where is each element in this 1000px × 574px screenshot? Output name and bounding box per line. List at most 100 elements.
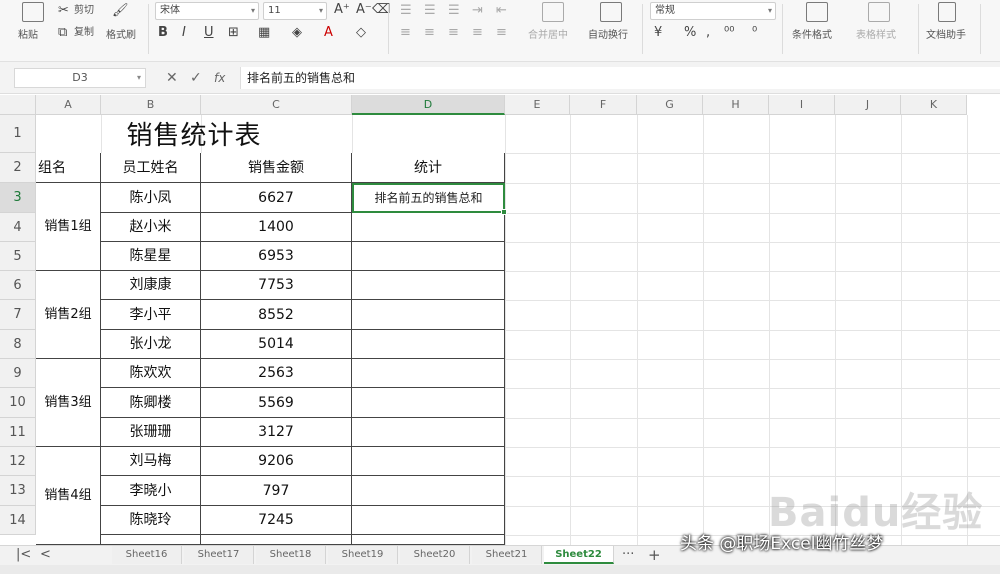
row-header-7[interactable]: 7 [0, 300, 36, 330]
employee-name-cell[interactable]: 李晓小 [101, 476, 201, 506]
column-header-d[interactable]: D [352, 95, 505, 115]
cancel-icon[interactable]: ✕ [166, 68, 178, 88]
column-header-h[interactable]: H [703, 95, 769, 115]
row-header-5[interactable]: 5 [0, 242, 36, 271]
employee-name-cell[interactable]: 张珊珊 [101, 418, 201, 447]
employee-name-cell[interactable]: 刘马梅 [101, 447, 201, 476]
stat-cell[interactable] [352, 271, 505, 300]
align-top-icon[interactable]: ☰ [400, 4, 412, 18]
italic-icon[interactable]: I [182, 26, 186, 40]
row-header-4[interactable]: 4 [0, 213, 36, 242]
copy-icon[interactable]: ⧉ [58, 26, 67, 40]
column-header-i[interactable]: I [769, 95, 835, 115]
name-box[interactable]: D3 ▾ [14, 68, 146, 88]
paste-button[interactable]: 粘贴 [18, 30, 38, 42]
tab-sheet22[interactable]: Sheet22 [544, 546, 614, 564]
row-header-13[interactable]: 13 [0, 476, 36, 506]
conditional-format-button[interactable]: 条件格式 [792, 30, 832, 42]
percent-icon[interactable]: % [684, 26, 696, 40]
auto-wrap-button[interactable]: 自动换行 [588, 30, 628, 42]
header-name[interactable]: 员工姓名 [101, 153, 201, 183]
doc-assistant-button[interactable]: 文档助手 [926, 30, 966, 42]
employee-name-cell[interactable]: 李小平 [101, 300, 201, 330]
row-header-8[interactable]: 8 [0, 330, 36, 359]
decrease-font-icon[interactable]: A⁻ [356, 3, 372, 17]
paste-icon[interactable] [22, 2, 44, 22]
first-sheet-icon[interactable]: |< [16, 547, 31, 563]
font-size-select[interactable]: 11 ▾ [263, 2, 327, 20]
table-style-icon[interactable] [868, 2, 890, 22]
amount-cell[interactable]: 7753 [201, 271, 352, 300]
function-icon[interactable]: fx [214, 68, 225, 88]
align-left-icon[interactable]: ≡ [400, 26, 411, 40]
tab-sheet18[interactable]: Sheet18 [256, 546, 326, 564]
amount-cell[interactable]: 7245 [201, 506, 352, 535]
increase-font-icon[interactable]: A⁺ [334, 3, 350, 17]
prev-sheet-icon[interactable]: < [40, 547, 51, 563]
employee-name-cell[interactable]: 刘康康 [101, 271, 201, 300]
table-style-button[interactable]: 表格样式 [856, 30, 896, 42]
auto-wrap-icon[interactable] [600, 2, 622, 22]
column-header-a[interactable]: A [36, 95, 101, 115]
tab-sheet16[interactable]: Sheet16 [112, 546, 182, 564]
stat-cell[interactable] [352, 447, 505, 476]
merge-center-button[interactable]: 合并居中 [528, 30, 568, 42]
stat-cell[interactable] [352, 359, 505, 388]
stat-cell[interactable] [352, 213, 505, 242]
bold-icon[interactable]: B [158, 26, 168, 40]
tab-sheet21[interactable]: Sheet21 [472, 546, 542, 564]
header-amount[interactable]: 销售金额 [201, 153, 352, 183]
fill-handle[interactable] [501, 209, 507, 215]
more-sheets-icon[interactable]: ··· [622, 547, 634, 563]
align-middle-icon[interactable]: ☰ [424, 4, 436, 18]
amount-cell[interactable]: 797 [201, 476, 352, 506]
fill-color-icon[interactable]: ▦ [258, 26, 270, 40]
add-sheet-icon[interactable]: + [648, 547, 661, 563]
stat-cell[interactable] [352, 418, 505, 447]
number-format-select[interactable]: 常规 ▾ [650, 2, 776, 20]
decrease-decimal-icon[interactable]: ⁰ [752, 26, 757, 40]
employee-name-cell[interactable]: 陈卿楼 [101, 388, 201, 418]
amount-cell[interactable] [201, 535, 352, 545]
currency-icon[interactable]: ¥ [654, 26, 662, 40]
thousands-icon[interactable]: , [706, 26, 710, 40]
align-bottom-icon[interactable]: ☰ [448, 4, 460, 18]
group-cell-1[interactable]: 销售1组 [36, 183, 101, 271]
stat-cell[interactable] [352, 242, 505, 271]
column-header-b[interactable]: B [101, 95, 201, 115]
font-name-select[interactable]: 宋体 ▾ [155, 2, 259, 20]
merge-center-icon[interactable] [542, 2, 564, 22]
employee-name-cell[interactable]: 陈晓玲 [101, 506, 201, 535]
align-center-icon[interactable]: ≡ [424, 26, 435, 40]
row-header-9[interactable]: 9 [0, 359, 36, 388]
eraser-icon[interactable]: ◇ [356, 26, 366, 40]
stat-cell[interactable] [352, 330, 505, 359]
increase-decimal-icon[interactable]: ⁰⁰ [724, 26, 734, 40]
tab-sheet20[interactable]: Sheet20 [400, 546, 470, 564]
amount-cell[interactable]: 8552 [201, 300, 352, 330]
employee-name-cell[interactable]: 陈星星 [101, 242, 201, 271]
employee-name-cell[interactable]: 陈小凤 [101, 183, 201, 213]
indent-icon[interactable]: ⇥ [472, 4, 483, 18]
doc-assistant-icon[interactable] [938, 2, 956, 22]
employee-name-cell[interactable]: 陈欢欢 [101, 359, 201, 388]
column-header-f[interactable]: F [570, 95, 637, 115]
column-header-c[interactable]: C [201, 95, 352, 115]
formula-input[interactable]: 排名前五的销售总和 [240, 67, 1000, 89]
header-group[interactable]: 组名 [36, 153, 101, 183]
group-cell-4[interactable]: 销售4组 [36, 447, 101, 545]
selected-cell-d3[interactable]: 排名前五的销售总和 [352, 183, 507, 215]
column-header-j[interactable]: J [835, 95, 901, 115]
stat-cell[interactable] [352, 476, 505, 506]
row-header-2[interactable]: 2 [0, 153, 36, 183]
conditional-format-icon[interactable] [806, 2, 828, 22]
border-icon[interactable]: ⊞ [228, 26, 239, 40]
shading-icon[interactable]: ◈ [292, 26, 302, 40]
justify-icon[interactable]: ≡ [472, 26, 483, 40]
align-right-icon[interactable]: ≡ [448, 26, 459, 40]
select-all-corner[interactable] [0, 95, 36, 115]
tab-sheet17[interactable]: Sheet17 [184, 546, 254, 564]
cut-button[interactable]: 剪切 [74, 5, 94, 17]
stat-cell[interactable] [352, 506, 505, 535]
row-header-1[interactable]: 1 [0, 115, 36, 153]
